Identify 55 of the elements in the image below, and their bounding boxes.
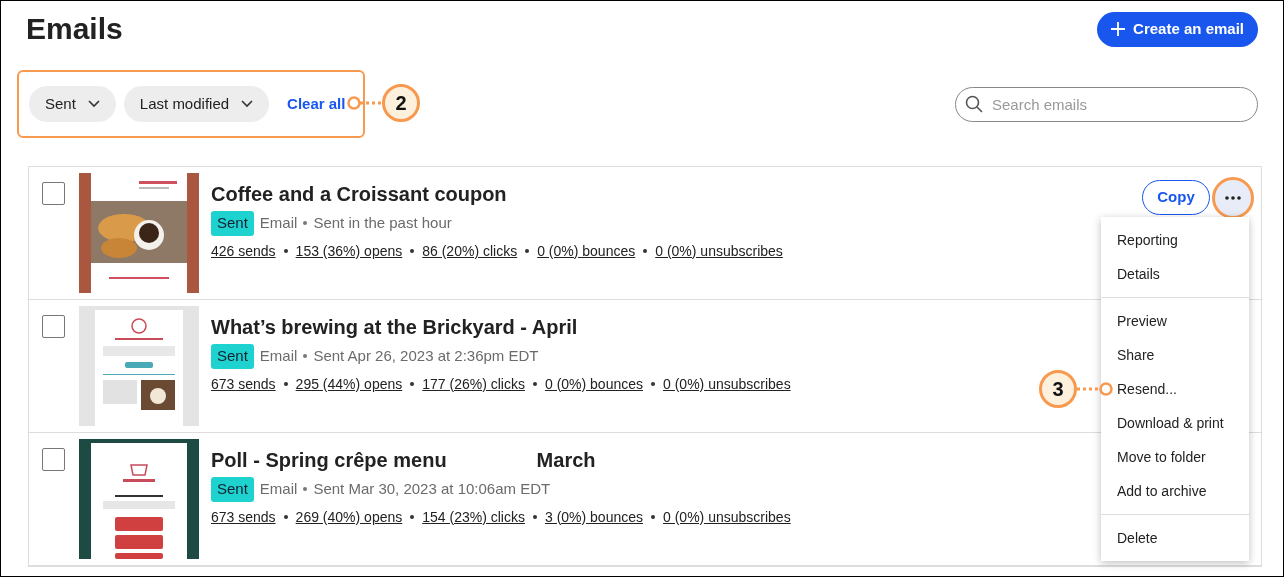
sent-time: Sent Mar 30, 2023 at 10:06am EDT (313, 479, 551, 499)
email-title[interactable]: What’s brewing at the Brickyard - April (211, 314, 578, 340)
callout-badge: 3 (1039, 370, 1077, 408)
stat-link[interactable]: 0 (0%) bounces (537, 240, 636, 262)
email-title[interactable]: Poll - Spring crêpe menu (211, 447, 447, 473)
menu-item[interactable]: Delete (1101, 521, 1249, 555)
menu-item[interactable]: Reporting (1101, 223, 1249, 257)
menu-item[interactable]: Preview (1101, 304, 1249, 338)
clear-all-link[interactable]: Clear all (287, 92, 346, 116)
sent-time: Sent Apr 26, 2023 at 2:36pm EDT (313, 346, 539, 366)
status-badge: Sent (211, 344, 254, 369)
stat-link[interactable]: 295 (44%) opens (295, 373, 403, 395)
stat-link[interactable]: 0 (0%) unsubscribes (663, 373, 791, 395)
caret-icon (87, 100, 100, 108)
stat-link[interactable]: 3 (0%) bounces (544, 506, 643, 528)
menu-item[interactable]: Resend... (1101, 372, 1249, 406)
stat-link[interactable]: 154 (23%) clicks (422, 506, 525, 528)
email-title[interactable]: Coffee and a Croissant coupon (211, 181, 507, 207)
sent-time: Sent in the past hour (313, 213, 452, 233)
search-icon (965, 94, 983, 113)
menu-item[interactable]: Share (1101, 338, 1249, 372)
more-options-button[interactable] (1212, 177, 1254, 219)
menu-item[interactable]: Download & print (1101, 406, 1249, 440)
status-badge: Sent (211, 211, 254, 236)
checkbox[interactable] (42, 315, 65, 338)
checkbox[interactable] (42, 182, 65, 205)
create-email-button[interactable]: Create an email (1097, 11, 1258, 47)
stat-link[interactable]: 269 (40%) opens (295, 506, 403, 528)
callout-number: 2 (382, 84, 420, 122)
stat-link[interactable]: 86 (20%) clicks (422, 240, 518, 262)
stat-link[interactable]: 673 sends (211, 506, 276, 528)
email-title: March (536, 448, 596, 473)
stat-link[interactable]: 426 sends (211, 240, 276, 262)
stat-link[interactable]: 673 sends (211, 373, 276, 395)
menu-item[interactable]: Move to folder (1101, 440, 1249, 474)
plus-icon (1111, 22, 1126, 36)
checkbox[interactable] (42, 448, 65, 471)
filter-dropdown[interactable]: Sent (29, 86, 116, 122)
copy-button[interactable]: Copy (1142, 180, 1210, 215)
email-type: Email (259, 479, 298, 499)
search-field[interactable]: Search emails (955, 86, 1258, 122)
stat-link[interactable]: 153 (36%) opens (295, 240, 403, 262)
page-title: Emails (26, 11, 123, 47)
email-type: Email (259, 213, 298, 233)
status-badge: Sent (211, 477, 254, 502)
stat-link[interactable]: 0 (0%) unsubscribes (655, 240, 783, 262)
more-icon (1225, 196, 1241, 200)
stat-link[interactable]: 0 (0%) unsubscribes (663, 506, 791, 528)
email-type: Email (259, 346, 298, 366)
stat-link[interactable]: 177 (26%) clicks (422, 373, 525, 395)
menu-item[interactable]: Add to archive (1101, 474, 1249, 508)
caret-icon (241, 100, 254, 108)
filter-dropdown[interactable]: Last modified (123, 86, 270, 122)
stat-link[interactable]: 0 (0%) bounces (544, 373, 643, 395)
menu-item[interactable]: Details (1101, 257, 1249, 291)
